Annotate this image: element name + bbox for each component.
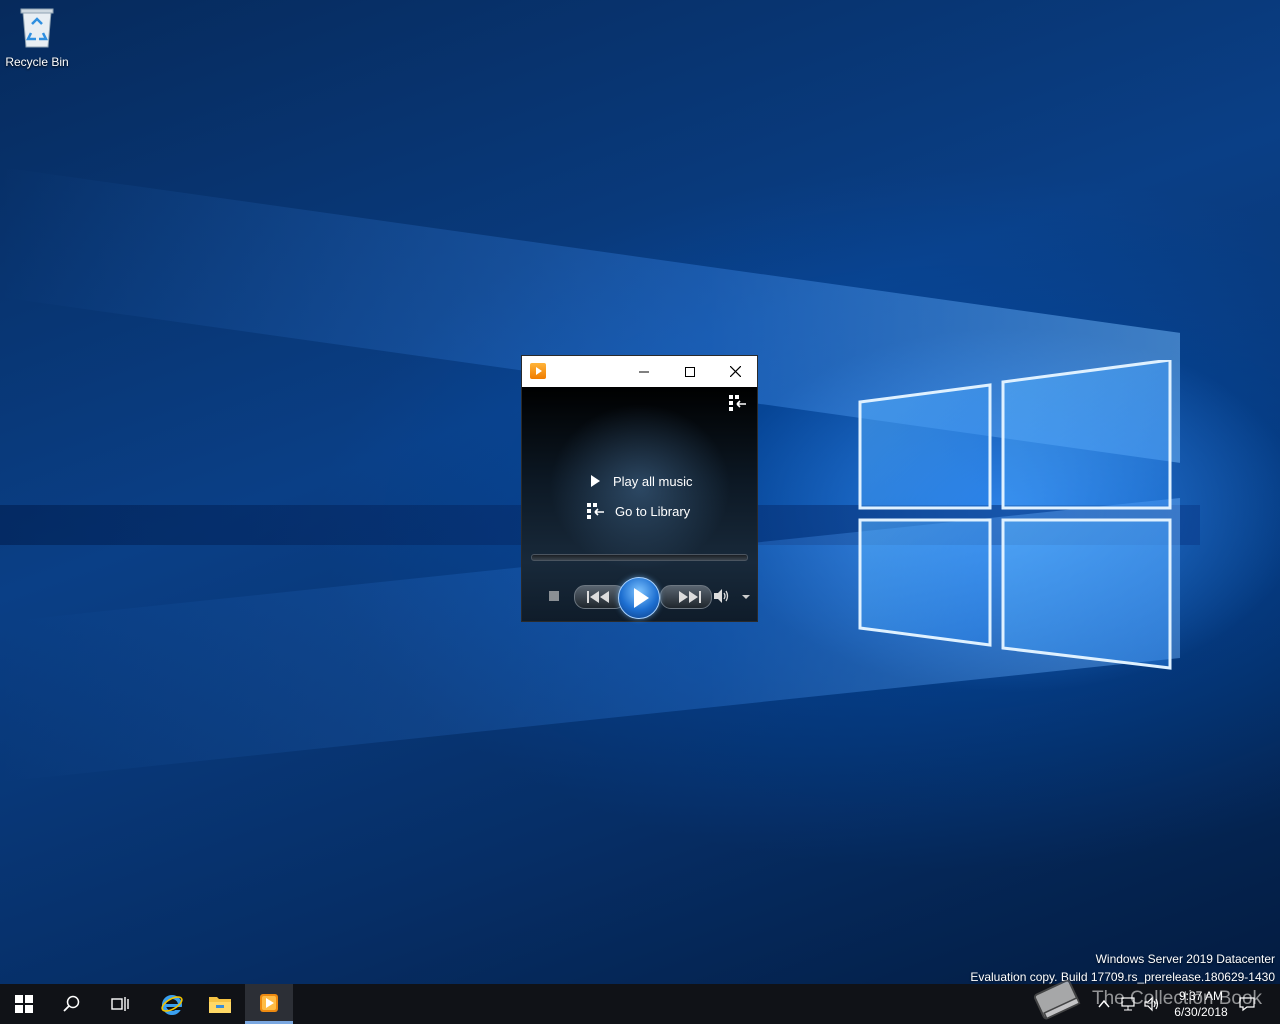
taskbar-internet-explorer[interactable]	[148, 984, 196, 1024]
playback-controls	[522, 577, 757, 619]
taskbar-windows-media-player[interactable]	[245, 984, 293, 1024]
seek-bar[interactable]	[531, 554, 748, 561]
play-icon	[591, 475, 600, 487]
now-playing-area: Play all music Go to Library	[522, 387, 757, 621]
switch-to-library-icon[interactable]	[729, 395, 747, 411]
collection-book-text: The Collection Book	[1092, 988, 1263, 1009]
task-view-icon	[111, 997, 129, 1011]
taskbar-file-explorer[interactable]	[196, 984, 244, 1024]
library-icon	[587, 503, 604, 519]
start-icon	[15, 995, 33, 1013]
next-button[interactable]	[660, 585, 712, 609]
desktop-icon-recycle-bin[interactable]: Recycle Bin	[4, 6, 70, 69]
start-button[interactable]	[0, 984, 48, 1024]
previous-icon	[587, 591, 609, 603]
os-edition-text: Windows Server 2019 Datacenter	[1095, 952, 1275, 966]
close-icon	[729, 366, 741, 377]
collection-book-watermark: The Collection Book	[1030, 976, 1280, 1024]
stop-button[interactable]	[549, 591, 559, 601]
go-to-library-link[interactable]: Go to Library	[587, 503, 690, 519]
book-icon	[1033, 979, 1081, 1020]
go-to-library-label: Go to Library	[615, 503, 691, 519]
recycle-bin-icon	[20, 8, 54, 48]
volume-icon[interactable]	[714, 589, 730, 603]
windows-media-player-icon	[260, 993, 278, 1012]
file-explorer-icon	[209, 997, 231, 1013]
desktop-icon-label: Recycle Bin	[5, 55, 69, 69]
windows-logo-wallpaper	[858, 360, 1172, 670]
close-button[interactable]	[712, 356, 758, 387]
maximize-button[interactable]	[667, 356, 713, 387]
minimize-button[interactable]	[621, 356, 667, 387]
media-player-window[interactable]: Play all music Go to Library	[521, 355, 758, 622]
play-all-music-label: Play all music	[613, 473, 693, 489]
internet-explorer-icon	[161, 995, 183, 1015]
search-button[interactable]	[48, 984, 96, 1024]
minimize-icon	[639, 371, 649, 372]
windows-media-player-icon	[530, 363, 546, 379]
maximize-icon	[685, 366, 695, 377]
task-view-button[interactable]	[96, 984, 144, 1024]
volume-dropdown-icon[interactable]	[742, 595, 750, 599]
play-all-music-link[interactable]: Play all music	[587, 473, 692, 489]
window-title-bar[interactable]	[522, 356, 757, 387]
play-button[interactable]	[618, 577, 660, 619]
search-icon	[63, 995, 80, 1012]
next-icon	[679, 591, 701, 603]
